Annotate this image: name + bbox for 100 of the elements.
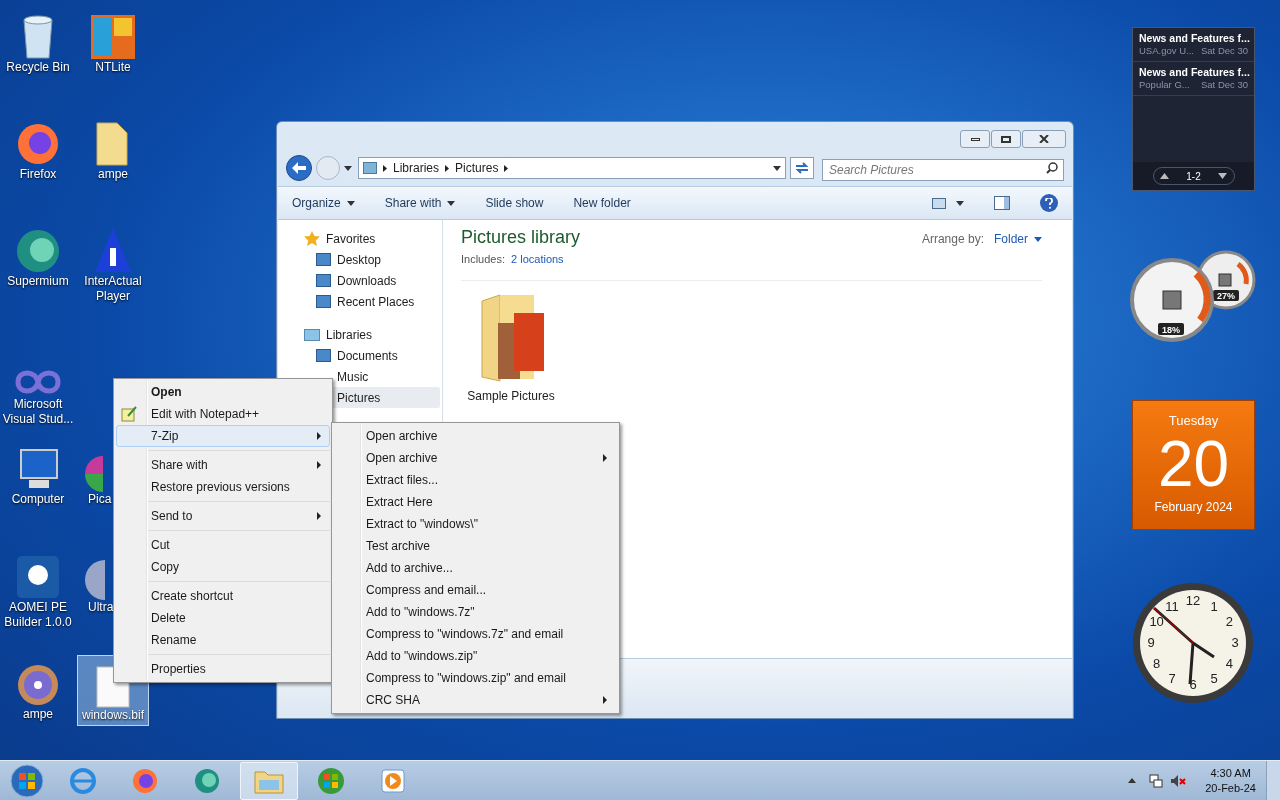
- desktop-icon[interactable]: Supermium: [2, 222, 74, 291]
- menu-item[interactable]: Add to "windows.zip": [334, 645, 617, 667]
- desktop-icon[interactable]: AOMEI PE Builder 1.0.0: [2, 548, 74, 632]
- news-source: USA.gov U...: [1139, 45, 1194, 57]
- icon-label: NTLite: [95, 60, 131, 75]
- close-button[interactable]: [1022, 130, 1066, 148]
- icon-label: Recycle Bin: [6, 60, 70, 75]
- caret-icon: [1034, 236, 1042, 242]
- previous-button[interactable]: [1159, 173, 1169, 179]
- up-arrow-icon: [1128, 778, 1137, 783]
- cpu-reading: 18%: [1162, 325, 1180, 335]
- desktop-icon[interactable]: ampe: [2, 655, 74, 724]
- nav-item[interactable]: Desktop: [278, 249, 440, 270]
- icon-label: ampe: [23, 707, 53, 722]
- toolbar-button[interactable]: Share with: [384, 194, 456, 212]
- caret-icon: [956, 200, 964, 206]
- calendar-month: February 2024: [1154, 499, 1233, 515]
- calendar-weekday: Tuesday: [1168, 413, 1219, 429]
- back-button[interactable]: [286, 155, 312, 181]
- browser-icon: [14, 228, 62, 274]
- app-icon: [90, 14, 136, 60]
- desktop-icon[interactable]: InterActual Player: [77, 222, 149, 306]
- news-item[interactable]: News and Features f... Popular G... Sat Dec 30: [1133, 62, 1254, 96]
- menu-item[interactable]: Open archive: [334, 425, 617, 447]
- refresh-button[interactable]: [790, 157, 814, 179]
- desktop-icon[interactable]: Microsoft Visual Stud...: [2, 345, 74, 429]
- icon-label: AOMEI PE Builder 1.0.0: [3, 600, 73, 630]
- clock-numeral: 11: [1165, 598, 1179, 614]
- caret-icon: [344, 165, 352, 171]
- nav-item[interactable]: Libraries: [278, 324, 442, 345]
- icon-label: Firefox: [19, 167, 57, 182]
- nav-item[interactable]: Recent Places: [278, 291, 440, 312]
- menu-item[interactable]: Extract to "windows\": [334, 513, 617, 535]
- menu-item[interactable]: Add to archive...: [334, 557, 617, 579]
- maximize-button[interactable]: [991, 130, 1021, 148]
- nav-item[interactable]: Documents: [278, 345, 440, 366]
- desktop-icon[interactable]: Firefox: [2, 115, 74, 184]
- search-field[interactable]: Search Pictures: [822, 159, 1064, 181]
- browser-icon: [131, 766, 159, 795]
- menu-item[interactable]: Test archive: [334, 535, 617, 557]
- windows-logo-icon: [317, 766, 345, 795]
- preview-pane-button[interactable]: [994, 196, 1010, 210]
- view-icon: [932, 197, 946, 209]
- menu-item[interactable]: Add to "windows.7z": [334, 601, 617, 623]
- desktop-icon[interactable]: Computer: [2, 440, 74, 509]
- clock-button[interactable]: 4:30 AM 20-Feb-24: [1195, 765, 1266, 796]
- menu-item[interactable]: Extract Here: [334, 491, 617, 513]
- menu-item[interactable]: Extract files...: [334, 469, 617, 491]
- desktop-icon[interactable]: ampe: [77, 115, 149, 184]
- browser-icon: [68, 766, 98, 795]
- view-button[interactable]: [932, 197, 964, 209]
- help-icon: [1045, 197, 1053, 209]
- help-button[interactable]: [1040, 194, 1058, 212]
- menu-item[interactable]: 7-Zip: [116, 425, 330, 447]
- icon-label: windows.bif: [82, 708, 144, 723]
- clock-numeral: 12: [1185, 593, 1201, 608]
- arrange-dropdown[interactable]: Folder: [994, 230, 1042, 248]
- breadcrumb-item[interactable]: Pictures: [455, 159, 499, 177]
- clock-numeral: 10: [1149, 614, 1164, 629]
- icon-label: ampe: [98, 167, 128, 182]
- chevron-icon: [383, 164, 387, 172]
- news-date: Sat Dec 30: [1201, 79, 1248, 91]
- menu-item[interactable]: Rename: [116, 629, 330, 651]
- nav-item[interactable]: Downloads: [278, 270, 440, 291]
- chevron-icon: [504, 164, 509, 172]
- folder-item[interactable]: Sample Pictures: [461, 292, 561, 405]
- address-bar[interactable]: Libraries Pictures: [358, 157, 786, 179]
- menu-item[interactable]: Compress to "windows.7z" and email: [334, 623, 617, 645]
- menu-item[interactable]: CRC SHA: [334, 689, 617, 711]
- next-button[interactable]: [1218, 173, 1228, 179]
- library-icon: [304, 328, 320, 341]
- menu-item[interactable]: Compress to "windows.zip" and email: [334, 667, 617, 689]
- folder-icon: [316, 274, 331, 287]
- icon-label: Computer: [11, 492, 65, 507]
- desktop-icon[interactable]: Recycle Bin: [2, 8, 74, 77]
- menu-item[interactable]: Open archive: [334, 447, 617, 469]
- library-title: Pictures library: [461, 226, 581, 249]
- menu-item[interactable]: Compress and email...: [334, 579, 617, 601]
- icon-label: Pica: [87, 492, 112, 507]
- chevron-icon: [445, 164, 450, 172]
- minimize-button[interactable]: [960, 130, 990, 148]
- library-icon: [363, 162, 377, 174]
- desktop-icon[interactable]: NTLite: [77, 8, 149, 77]
- submenu-arrow-icon: [317, 461, 321, 469]
- player-icon: [93, 226, 133, 274]
- windows-logo-icon: [10, 763, 44, 798]
- toolbar-button[interactable]: New folder: [573, 194, 631, 212]
- clock-numeral: 7: [1168, 671, 1176, 687]
- search-icon: [1046, 162, 1058, 174]
- locations-link[interactable]: 2 locations: [511, 251, 564, 268]
- toolbar-button[interactable]: Slide show: [485, 194, 544, 212]
- news-item[interactable]: News and Features f... USA.gov U... Sat Dec 30: [1133, 28, 1254, 62]
- browser-icon: [15, 121, 61, 167]
- nav-item[interactable]: Favorites: [278, 228, 442, 249]
- breadcrumb-item[interactable]: Libraries: [393, 159, 440, 177]
- news-source: Popular G...: [1139, 79, 1190, 91]
- icon-label: InterActual Player: [83, 274, 143, 304]
- disc-icon: [16, 663, 60, 707]
- toolbar-button[interactable]: Organize: [292, 194, 355, 212]
- calendar-day: 20: [1157, 429, 1230, 499]
